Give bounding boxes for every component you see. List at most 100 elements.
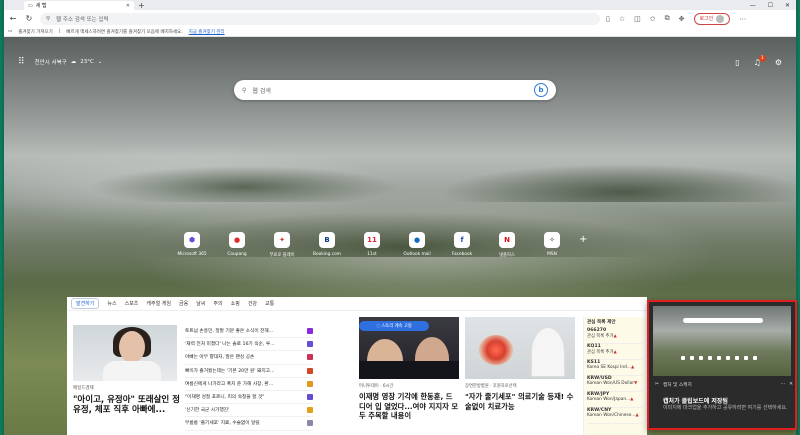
quick-link[interactable]: N 넷플릭스 — [489, 232, 525, 258]
quick-link[interactable]: ● Outlook mail — [399, 232, 435, 258]
favorite-star-icon[interactable]: ☆ — [619, 15, 625, 23]
headline-item[interactable]: "이재명 성질 포르니, 피의 숙청을 할 것" — [185, 391, 313, 405]
maximize-button[interactable]: ☐ — [768, 2, 773, 9]
sponsored-card[interactable]: 장면한방병원 · 후원자로선택 "자가 줄기세포" 의료기술 등재! 수술없이 … — [465, 317, 577, 435]
headline-text: '신기한 국군 시가행진' — [185, 408, 230, 414]
quick-link-icon: ● — [229, 232, 245, 248]
web-search-box[interactable]: ⚲ 웹 검색 b — [234, 80, 556, 100]
quick-link[interactable]: 11 11st — [354, 232, 390, 258]
feed-tab[interactable]: 주의 — [213, 300, 222, 307]
more-menu-icon[interactable]: ⋯ — [739, 15, 746, 23]
quick-link[interactable]: B Booking.com — [309, 232, 345, 258]
top-story[interactable]: 매일드경제 "아이고, 유정아" 또래살인 정유정, 체포 직후 아빠에... … — [73, 317, 313, 435]
watchlist-item[interactable]: KRW/CNY Korean Won/Chinese...▲ — [587, 408, 642, 424]
collections-icon[interactable]: ⧉ — [665, 14, 670, 23]
notification-app-name: 캡처 및 스케치 — [662, 383, 692, 388]
story-photo[interactable] — [73, 325, 177, 381]
knee-shape — [479, 335, 513, 365]
feed-tab[interactable]: 교통 — [265, 300, 274, 307]
headline-list: 토트넘 손흥민, 정말 기분 좋은 소식이 전해... '재력 전처 미쳤다' 나… — [185, 325, 313, 431]
extensions-icon[interactable]: ✥ — [679, 15, 685, 23]
change-indicator: ▲ — [630, 397, 634, 402]
card-headline[interactable]: 이재명 영장 기각에 한동훈, 드디어 입 열었다...여야 지지자 모두 주목… — [359, 392, 459, 421]
headline-item[interactable]: 부룸룸 '즐기세포' 지료, 수술없이 달릴 — [185, 417, 313, 431]
folder-icon: ▭ — [8, 29, 13, 34]
card-photo[interactable] — [465, 317, 575, 379]
address-bar[interactable]: ⚲ 웹 주소 검색 또는 입력 — [40, 12, 600, 25]
more-options-icon[interactable]: ··· — [781, 382, 785, 388]
headline-item[interactable]: 토트넘 손흥민, 정말 기분 좋은 소식이 전해... — [185, 325, 313, 339]
feed-tab[interactable]: 스포츠 — [125, 300, 139, 307]
mobile-icon[interactable]: ▯ — [735, 58, 739, 67]
watchlist-item[interactable]: KS11 Korea SE Kospi Ind...▲ — [587, 360, 642, 376]
headline-item[interactable]: 뼈이가 즐거웠는데는 '기본 20만 원' 돼지고... — [185, 365, 313, 378]
quick-link[interactable]: ✦ 무료로 플레이 — [264, 232, 300, 258]
add-shortcut-button[interactable]: + — [579, 234, 587, 258]
minimize-button[interactable]: — — [750, 2, 756, 9]
headline-item[interactable]: '재력 전처 미쳤다' 나는 솔로 16기 옥순, 루... — [185, 338, 313, 352]
preview-icons — [681, 356, 757, 360]
quick-link-label: Microsoft 365 — [177, 252, 207, 257]
split-screen-icon[interactable]: ◫ — [634, 15, 641, 23]
manage-favorites-link[interactable]: 지금 즐겨찾기 관리 — [189, 29, 225, 35]
quick-link[interactable]: ⬢ Microsoft 365 — [174, 232, 210, 258]
login-label: 로그인 — [699, 16, 714, 22]
news-card[interactable]: ◌ 스토리 계속 고정 머니투데이 · 6시간 이재명 영장 기각에 한동훈, … — [359, 317, 459, 435]
reader-view-icon[interactable]: ▯ — [606, 15, 610, 23]
publisher-icon — [307, 354, 313, 361]
new-tab-button[interactable]: + — [138, 1, 145, 10]
quick-link-label: Facebook — [451, 252, 473, 257]
feed-tab[interactable]: 캐주얼 게임 — [146, 300, 171, 307]
avatar — [716, 14, 725, 23]
card-source: 머니투데이 · 6시간 — [359, 384, 394, 389]
gear-icon[interactable]: ⚙ — [775, 58, 782, 67]
capture-preview[interactable] — [653, 306, 791, 376]
face-shape — [119, 331, 145, 363]
watchlist-title: 관심 목록 제안 — [587, 320, 616, 325]
feed-tab[interactable]: 발견하기 — [71, 298, 100, 309]
symbol-desc: Korea SE Kospi Ind... — [587, 365, 631, 370]
feed-tab[interactable]: 날씨 — [196, 300, 205, 307]
refresh-icon[interactable]: ↻ — [24, 14, 34, 23]
quick-link[interactable]: ✧ MSN — [534, 232, 570, 258]
watchlist-item[interactable]: KRW/JPY Korean Won/Japan...▲ — [587, 392, 642, 408]
quick-link-label: Booking.com — [313, 252, 341, 257]
headline-item[interactable]: 아빠는 아무 향대자, 말은 팬싱 공손 — [185, 351, 313, 365]
watchlist-item[interactable]: KQ11 관심 목록 추가▲ — [587, 344, 642, 360]
story-pin-button[interactable]: ◌ 스토리 계속 고정 — [359, 321, 429, 331]
favorites-icon[interactable]: ✩ — [650, 15, 656, 23]
quick-link-label: MSN — [547, 252, 557, 257]
story-pin-label: 스토리 계속 고정 — [381, 324, 412, 329]
back-arrow-icon[interactable]: ← — [8, 14, 18, 23]
headline-item[interactable]: 여름신에게 나가라고 폭지 준 가해 사장, 환... — [185, 378, 313, 391]
feed-tab[interactable]: 금융 — [179, 300, 188, 307]
import-favorites-link[interactable]: 즐겨찾기 가져오기 — [18, 29, 53, 35]
feed-tab[interactable]: 쇼핑 — [231, 300, 240, 307]
headline-text: 아빠는 아무 향대자, 말은 팬싱 공손 — [185, 355, 255, 361]
story-headline[interactable]: "아이고, 유정아" 또래살인 정유정, 체포 직후 아빠에... — [73, 395, 181, 415]
headline-text: 부룸룸 '즐기세포' 지료, 수술없이 달릴 — [185, 421, 260, 427]
suit-shape — [359, 361, 459, 379]
card-photo[interactable]: ◌ 스토리 계속 고정 — [359, 317, 459, 379]
quick-link[interactable]: f Facebook — [444, 232, 480, 258]
login-button[interactable]: 로그인 — [693, 12, 731, 25]
card-headline[interactable]: "자가 줄기세포" 의료기술 등재! 수술없이 치료가능 — [465, 392, 577, 411]
quick-link-label: 넷플릭스 — [499, 253, 515, 258]
close-tab-icon[interactable]: ✕ — [126, 3, 130, 9]
tab-new-tab[interactable]: ▭ 새 탭 ✕ — [24, 1, 134, 10]
feed-tab[interactable]: 건강 — [248, 300, 257, 307]
publisher-icon — [307, 394, 313, 401]
watchlist-item[interactable]: KRW/USD Korean Won/US Dollar▼ — [587, 376, 642, 392]
notifications-button[interactable]: ♫ 1 — [754, 54, 766, 67]
bing-chat-icon[interactable]: b — [534, 83, 548, 97]
close-window-button[interactable]: ✕ — [785, 2, 790, 9]
app-launcher-icon[interactable]: ⠿ — [18, 57, 25, 67]
weather-widget[interactable]: 천안시 서북구 ☁ 23°C ⌄ — [35, 58, 103, 66]
snip-notification[interactable]: ✂ 캡처 및 스케치 ··· ✕ 캡처가 클립보드에 저장됨 이미지에 마크업을… — [647, 300, 797, 430]
watchlist-item[interactable]: 066270 관심 목록 추가▲ — [587, 328, 642, 344]
headline-item[interactable]: '신기한 국군 시가행진' — [185, 404, 313, 418]
feed-tab[interactable]: 뉴스 — [107, 300, 116, 307]
close-icon[interactable]: ✕ — [789, 382, 793, 388]
favorites-bar: ▭ 즐겨찾기 가져오기 | 빠르게 액세스하려면 즐겨찾기를 즐겨찾기 모음에 … — [4, 27, 796, 37]
quick-link[interactable]: ● Coupang — [219, 232, 255, 258]
